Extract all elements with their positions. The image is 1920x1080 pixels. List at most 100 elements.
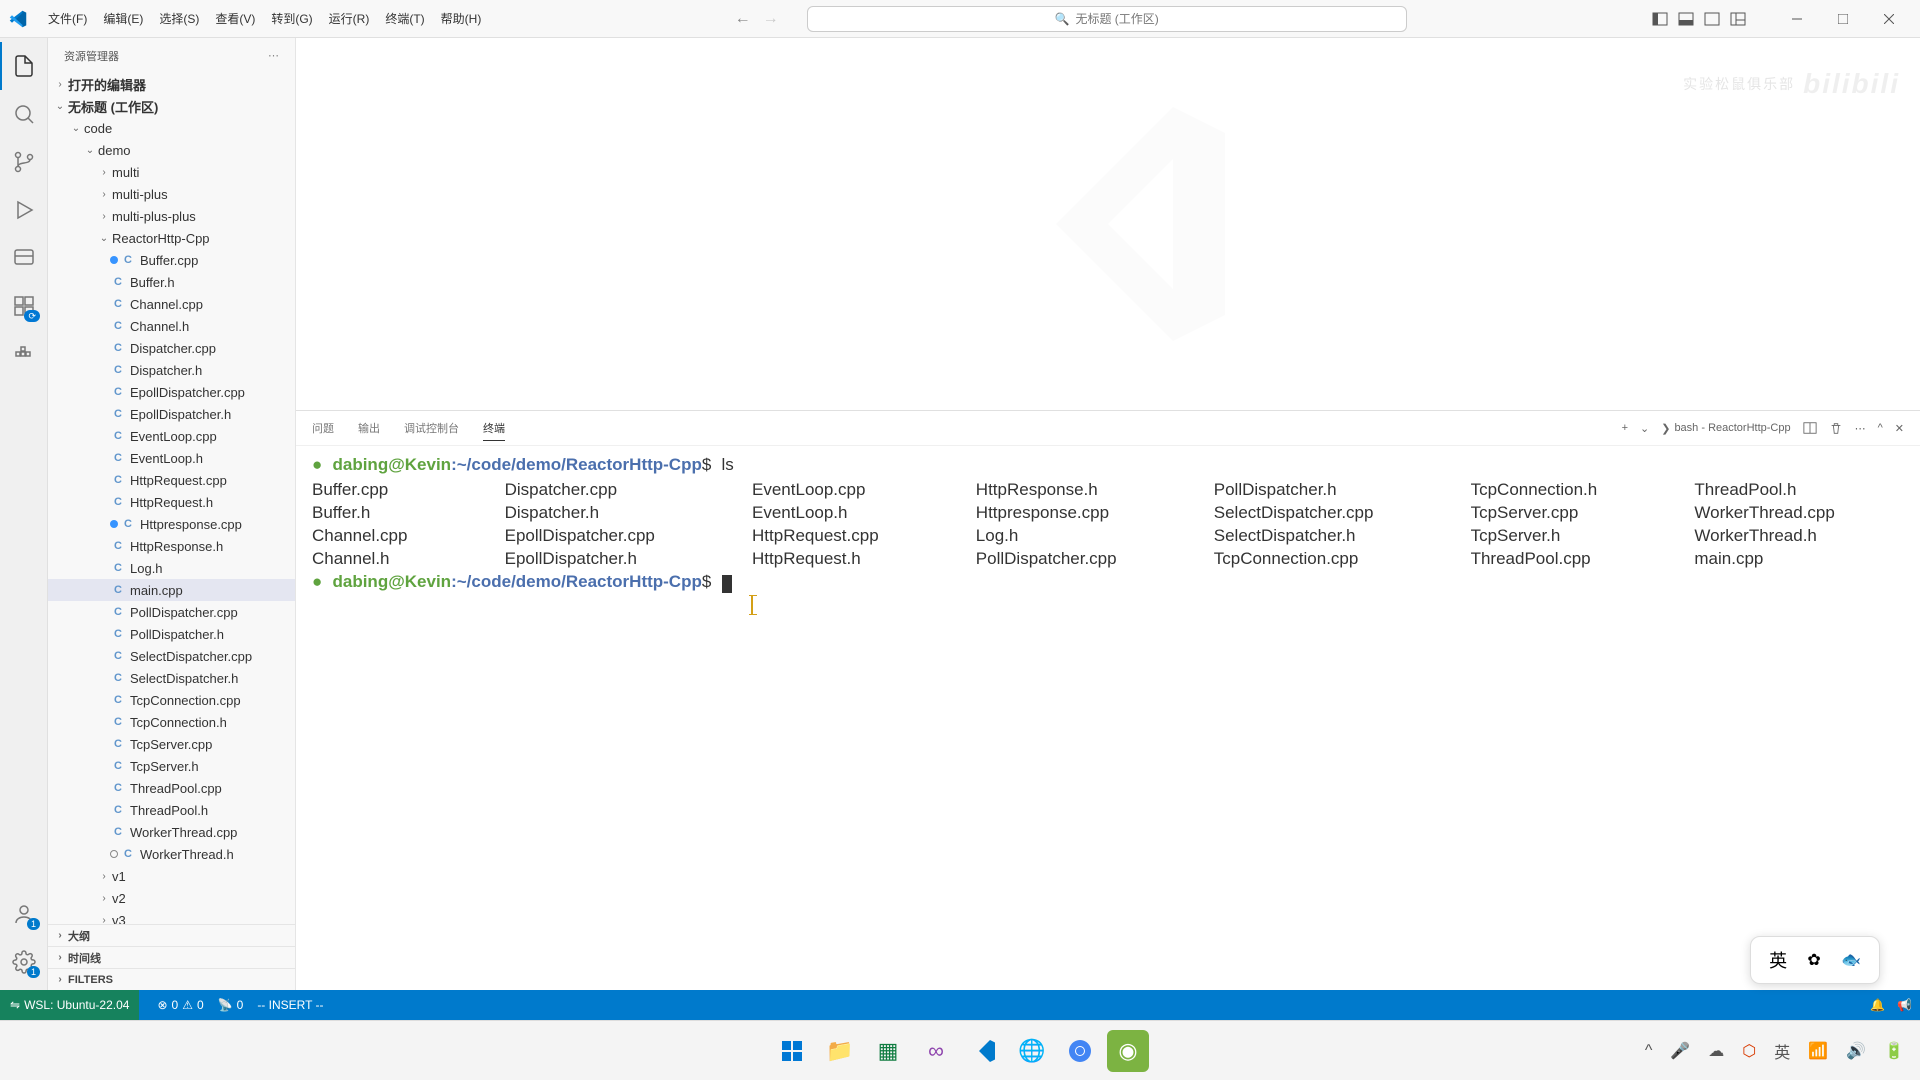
menu-go[interactable]: 转到(G) [263, 6, 320, 31]
file-item[interactable]: CTcpConnection.h [48, 711, 295, 733]
layout-customize-icon[interactable] [1726, 7, 1750, 31]
section-open-editors[interactable]: ›打开的编辑器 [48, 73, 295, 95]
tray-chevron-up-icon[interactable]: ^ [1645, 1042, 1653, 1060]
file-item[interactable]: CHttpresponse.cpp [48, 513, 295, 535]
terminal-new-button[interactable]: + [1622, 422, 1628, 434]
file-item[interactable]: CPollDispatcher.h [48, 623, 295, 645]
file-item[interactable]: CSelectDispatcher.h [48, 667, 295, 689]
folder-v2[interactable]: ›v2 [48, 887, 295, 909]
folder-multi-plus[interactable]: ›multi-plus [48, 183, 295, 205]
file-item[interactable]: CLog.h [48, 557, 295, 579]
file-item[interactable]: CChannel.h [48, 315, 295, 337]
layout-sidebar-left-icon[interactable] [1648, 7, 1672, 31]
sidebar-more-icon[interactable]: ⋯ [268, 49, 279, 62]
activity-docker[interactable] [0, 330, 48, 378]
file-item[interactable]: CTcpServer.cpp [48, 733, 295, 755]
folder-code[interactable]: ⌄code [48, 117, 295, 139]
status-remote[interactable]: ⇋ WSL: Ubuntu-22.04 [0, 990, 139, 1020]
tray-battery-icon[interactable]: 🔋 [1884, 1041, 1904, 1061]
file-item[interactable]: CWorkerThread.cpp [48, 821, 295, 843]
file-item[interactable]: CEventLoop.cpp [48, 425, 295, 447]
taskbar-explorer[interactable]: 📁 [819, 1030, 861, 1072]
terminal-close-icon[interactable]: ✕ [1895, 422, 1904, 435]
file-item[interactable]: Cmain.cpp [48, 579, 295, 601]
menu-terminal[interactable]: 终端(T) [377, 6, 432, 31]
taskbar-visualstudio[interactable]: ∞ [915, 1030, 957, 1072]
terminal-split-icon[interactable] [1803, 421, 1817, 435]
panel-tab-output[interactable]: 输出 [358, 416, 380, 440]
activity-settings[interactable]: 1 [0, 938, 48, 986]
taskbar-chrome[interactable] [1059, 1030, 1101, 1072]
file-item[interactable]: CHttpRequest.cpp [48, 469, 295, 491]
folder-v3[interactable]: ›v3 [48, 909, 295, 924]
menu-help[interactable]: 帮助(H) [433, 6, 490, 31]
file-item[interactable]: CHttpRequest.h [48, 491, 295, 513]
ime-settings-icon[interactable]: 🐟 [1841, 950, 1861, 970]
nav-back-button[interactable]: ← [731, 7, 755, 31]
taskbar-start[interactable] [771, 1030, 813, 1072]
menu-file[interactable]: 文件(F) [40, 6, 95, 31]
terminal-session-label[interactable]: ❯bash - ReactorHttp-Cpp [1661, 422, 1790, 435]
tray-wifi-icon[interactable]: 📶 [1808, 1041, 1828, 1061]
file-item[interactable]: CTcpServer.h [48, 755, 295, 777]
tray-mic-icon[interactable]: 🎤 [1670, 1041, 1690, 1061]
section-timeline[interactable]: ›时间线 [48, 946, 295, 968]
file-item[interactable]: CPollDispatcher.cpp [48, 601, 295, 623]
terminal-maximize-icon[interactable]: ^ [1878, 422, 1883, 434]
activity-remote[interactable] [0, 234, 48, 282]
file-item[interactable]: CDispatcher.cpp [48, 337, 295, 359]
layout-sidebar-right-icon[interactable] [1700, 7, 1724, 31]
activity-run-debug[interactable] [0, 186, 48, 234]
menu-edit[interactable]: 编辑(E) [95, 6, 151, 31]
minimize-button[interactable] [1774, 0, 1820, 38]
activity-accounts[interactable]: 1 [0, 890, 48, 938]
tray-ime-icon[interactable]: 英 [1774, 1039, 1790, 1063]
nav-forward-button[interactable]: → [759, 7, 783, 31]
terminal-split-dropdown-icon[interactable]: ⌄ [1640, 422, 1649, 435]
file-item[interactable]: CEventLoop.h [48, 447, 295, 469]
ime-punct-icon[interactable]: ✿ [1807, 950, 1820, 970]
file-item[interactable]: CChannel.cpp [48, 293, 295, 315]
tray-onedrive-icon[interactable]: ☁ [1708, 1041, 1724, 1061]
close-button[interactable] [1866, 0, 1912, 38]
panel-tab-problems[interactable]: 问题 [312, 416, 334, 440]
folder-multi-plus-plus[interactable]: ›multi-plus-plus [48, 205, 295, 227]
folder-demo[interactable]: ⌄demo [48, 139, 295, 161]
activity-extensions[interactable]: ⟳ [0, 282, 48, 330]
folder-v1[interactable]: ›v1 [48, 865, 295, 887]
ime-toolbar[interactable]: 英 ✿ 🐟 [1750, 936, 1880, 984]
status-notifications[interactable]: 🔔 [1870, 998, 1885, 1012]
menu-selection[interactable]: 选择(S) [151, 6, 207, 31]
file-item[interactable]: CThreadPool.cpp [48, 777, 295, 799]
command-center-search[interactable]: 🔍 无标题 (工作区) [807, 6, 1407, 32]
taskbar-edge[interactable]: 🌐 [1011, 1030, 1053, 1072]
folder-multi[interactable]: ›multi [48, 161, 295, 183]
section-workspace[interactable]: ⌄无标题 (工作区) [48, 95, 295, 117]
maximize-button[interactable] [1820, 0, 1866, 38]
file-item[interactable]: CSelectDispatcher.cpp [48, 645, 295, 667]
panel-tab-debug[interactable]: 调试控制台 [404, 416, 459, 440]
terminal-more-icon[interactable]: ⋯ [1855, 422, 1866, 435]
file-item[interactable]: CTcpConnection.cpp [48, 689, 295, 711]
file-item[interactable]: CThreadPool.h [48, 799, 295, 821]
file-item[interactable]: CHttpResponse.h [48, 535, 295, 557]
tray-security-icon[interactable]: ⬡ [1742, 1041, 1756, 1061]
terminal-kill-icon[interactable] [1829, 421, 1843, 435]
file-item[interactable]: CBuffer.h [48, 271, 295, 293]
terminal-content[interactable]: ● dabing@Kevin:~/code/demo/ReactorHttp-C… [296, 446, 1920, 990]
ime-lang-label[interactable]: 英 [1769, 947, 1787, 973]
taskbar-camtasia[interactable]: ◉ [1107, 1030, 1149, 1072]
activity-search[interactable] [0, 90, 48, 138]
tray-volume-icon[interactable]: 🔊 [1846, 1041, 1866, 1061]
layout-panel-icon[interactable] [1674, 7, 1698, 31]
status-feedback[interactable]: 📢 [1897, 998, 1912, 1012]
menu-run[interactable]: 运行(R) [321, 6, 378, 31]
file-item[interactable]: CEpollDispatcher.cpp [48, 381, 295, 403]
section-outline[interactable]: ›大纲 [48, 924, 295, 946]
folder-reactorhttp[interactable]: ⌄ReactorHttp-Cpp [48, 227, 295, 249]
file-item[interactable]: CDispatcher.h [48, 359, 295, 381]
status-ports[interactable]: 📡0 [218, 998, 244, 1012]
status-problems[interactable]: ⊗0 ⚠0 [157, 998, 203, 1012]
file-item[interactable]: CBuffer.cpp [48, 249, 295, 271]
menu-view[interactable]: 查看(V) [207, 6, 263, 31]
